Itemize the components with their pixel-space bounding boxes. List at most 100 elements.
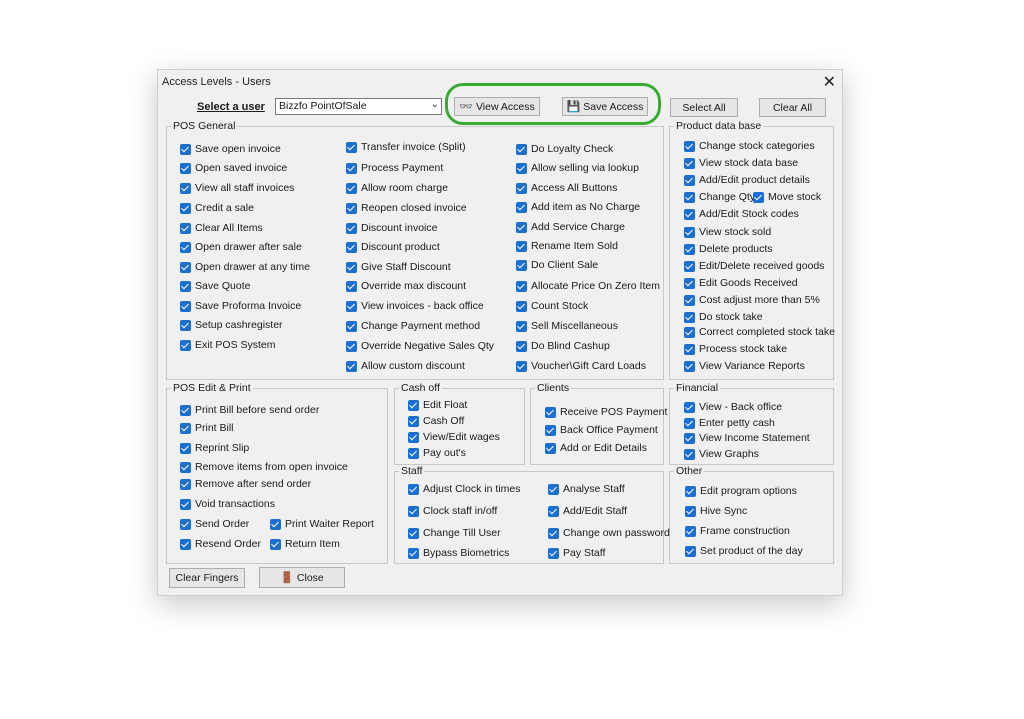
checkbox-checked-icon[interactable]	[516, 259, 527, 271]
checkbox-item[interactable]: Analyse Staff	[548, 483, 625, 495]
checkbox-checked-icon[interactable]	[684, 226, 695, 238]
checkbox-checked-icon[interactable]	[180, 182, 191, 194]
checkbox-checked-icon[interactable]	[685, 505, 696, 517]
checkbox-checked-icon[interactable]	[545, 406, 556, 418]
checkbox-item[interactable]: View stock sold	[684, 226, 771, 238]
checkbox-item[interactable]: Set product of the day	[685, 545, 803, 557]
checkbox-checked-icon[interactable]	[684, 277, 695, 289]
checkbox-checked-icon[interactable]	[346, 222, 357, 234]
checkbox-checked-icon[interactable]	[346, 241, 357, 253]
checkbox-item[interactable]: Rename Item Sold	[516, 240, 618, 252]
checkbox-item[interactable]: Do Loyalty Check	[516, 143, 613, 155]
checkbox-item[interactable]: View all staff invoices	[180, 182, 294, 194]
checkbox-checked-icon[interactable]	[548, 505, 559, 517]
checkbox-checked-icon[interactable]	[180, 319, 191, 331]
checkbox-checked-icon[interactable]	[685, 545, 696, 557]
checkbox-checked-icon[interactable]	[516, 300, 527, 312]
checkbox-item[interactable]: Reopen closed invoice	[346, 202, 467, 214]
checkbox-item[interactable]: Edit Float	[408, 399, 467, 411]
checkbox-checked-icon[interactable]	[346, 300, 357, 312]
checkbox-item[interactable]: Voucher\Gift Card Loads	[516, 360, 646, 372]
checkbox-checked-icon[interactable]	[684, 174, 695, 186]
checkbox-item[interactable]: Override Negative Sales Qty	[346, 340, 494, 352]
checkbox-checked-icon[interactable]	[545, 424, 556, 436]
select-all-button[interactable]: Select All	[670, 98, 738, 117]
checkbox-item[interactable]: Transfer invoice (Split)	[346, 141, 466, 153]
checkbox-checked-icon[interactable]	[180, 461, 191, 473]
checkbox-checked-icon[interactable]	[180, 162, 191, 174]
chevron-down-icon[interactable]: ⌄	[431, 99, 439, 110]
checkbox-item[interactable]: Add Service Charge	[516, 221, 625, 233]
checkbox-checked-icon[interactable]	[684, 343, 695, 355]
checkbox-checked-icon[interactable]	[545, 442, 556, 454]
checkbox-checked-icon[interactable]	[346, 141, 357, 153]
checkbox-item[interactable]: Return Item	[270, 538, 340, 550]
checkbox-checked-icon[interactable]	[180, 339, 191, 351]
checkbox-checked-icon[interactable]	[346, 360, 357, 372]
checkbox-checked-icon[interactable]	[346, 340, 357, 352]
checkbox-item[interactable]: Receive POS Payment	[545, 406, 667, 418]
checkbox-item[interactable]: View Graphs	[684, 448, 759, 460]
checkbox-item[interactable]: Access All Buttons	[516, 182, 617, 194]
checkbox-checked-icon[interactable]	[516, 280, 527, 292]
checkbox-checked-icon[interactable]	[684, 311, 695, 323]
clear-all-button[interactable]: Clear All	[759, 98, 826, 117]
checkbox-item[interactable]: View - Back office	[684, 401, 782, 413]
checkbox-item[interactable]: Allocate Price On Zero Item	[516, 280, 660, 292]
checkbox-item[interactable]: Open drawer after sale	[180, 241, 302, 253]
checkbox-item[interactable]: Change Payment method	[346, 320, 480, 332]
close-icon[interactable]: ✕	[823, 72, 836, 92]
checkbox-item[interactable]: Print Bill before send order	[180, 404, 319, 416]
checkbox-checked-icon[interactable]	[684, 294, 695, 306]
checkbox-checked-icon[interactable]	[684, 191, 695, 203]
checkbox-checked-icon[interactable]	[180, 280, 191, 292]
checkbox-item[interactable]: Pay out's	[408, 447, 466, 459]
checkbox-checked-icon[interactable]	[684, 417, 695, 429]
checkbox-checked-icon[interactable]	[180, 404, 191, 416]
checkbox-item[interactable]: Process Payment	[346, 162, 443, 174]
checkbox-item[interactable]: View Variance Reports	[684, 360, 805, 372]
checkbox-item[interactable]: Give Staff Discount	[346, 261, 451, 273]
checkbox-checked-icon[interactable]	[516, 240, 527, 252]
checkbox-checked-icon[interactable]	[180, 538, 191, 550]
checkbox-checked-icon[interactable]	[346, 320, 357, 332]
checkbox-item[interactable]: Change stock categories	[684, 140, 815, 152]
checkbox-checked-icon[interactable]	[684, 260, 695, 272]
checkbox-item[interactable]: Allow custom discount	[346, 360, 465, 372]
checkbox-item[interactable]: Save open invoice	[180, 143, 281, 155]
checkbox-item[interactable]: View invoices - back office	[346, 300, 484, 312]
checkbox-checked-icon[interactable]	[180, 143, 191, 155]
checkbox-item[interactable]: Enter petty cash	[684, 417, 775, 429]
checkbox-checked-icon[interactable]	[270, 538, 281, 550]
close-button[interactable]: 🚪 Close	[259, 567, 345, 588]
checkbox-checked-icon[interactable]	[180, 202, 191, 214]
checkbox-item[interactable]: View stock data base	[684, 157, 798, 169]
checkbox-checked-icon[interactable]	[516, 143, 527, 155]
checkbox-item[interactable]: Open drawer at any time	[180, 261, 310, 273]
checkbox-checked-icon[interactable]	[408, 415, 419, 427]
checkbox-item[interactable]: Process stock take	[684, 343, 787, 355]
checkbox-item[interactable]: Sell Miscellaneous	[516, 320, 618, 332]
checkbox-item[interactable]: Clock staff in/off	[408, 505, 497, 517]
checkbox-checked-icon[interactable]	[684, 401, 695, 413]
checkbox-checked-icon[interactable]	[346, 182, 357, 194]
checkbox-item[interactable]: Add item as No Charge	[516, 201, 640, 213]
checkbox-item[interactable]: Delete products	[684, 243, 773, 255]
checkbox-item[interactable]: Move stock	[753, 191, 821, 203]
checkbox-checked-icon[interactable]	[408, 505, 419, 517]
checkbox-item[interactable]: Add/Edit Staff	[548, 505, 627, 517]
checkbox-checked-icon[interactable]	[270, 518, 281, 530]
checkbox-item[interactable]: Cash Off	[408, 415, 464, 427]
checkbox-checked-icon[interactable]	[548, 483, 559, 495]
checkbox-checked-icon[interactable]	[684, 208, 695, 220]
checkbox-item[interactable]: Edit program options	[685, 485, 797, 497]
checkbox-checked-icon[interactable]	[516, 340, 527, 352]
checkbox-checked-icon[interactable]	[346, 162, 357, 174]
checkbox-item[interactable]: View/Edit wages	[408, 431, 500, 443]
checkbox-item[interactable]: Print Bill	[180, 422, 234, 434]
checkbox-item[interactable]: Do Client Sale	[516, 259, 598, 271]
checkbox-checked-icon[interactable]	[684, 432, 695, 444]
checkbox-checked-icon[interactable]	[684, 140, 695, 152]
checkbox-item[interactable]: Open saved invoice	[180, 162, 287, 174]
checkbox-item[interactable]: Save Proforma Invoice	[180, 300, 301, 312]
